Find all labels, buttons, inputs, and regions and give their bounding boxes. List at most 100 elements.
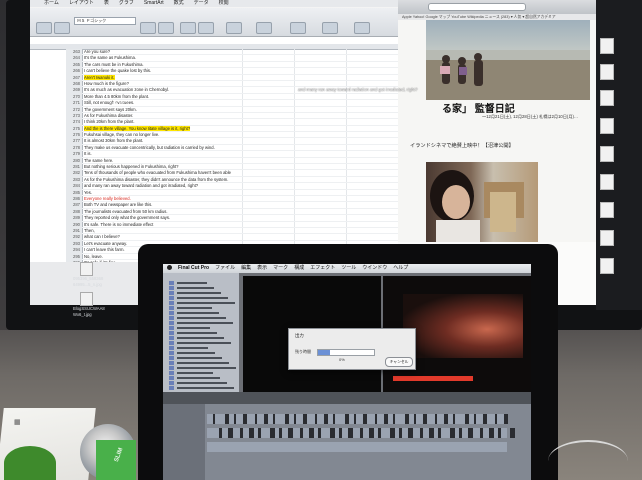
timeline-clip[interactable] [219,428,222,438]
theme-icon[interactable] [354,22,370,34]
timeline-clip[interactable] [360,428,363,438]
fcp-clip-row[interactable] [169,306,233,310]
cell-text[interactable]: Everyone really believed. [84,196,131,201]
timeline-clip[interactable] [495,414,497,424]
timeline-clip[interactable] [213,414,215,424]
fcp-menu-item[interactable]: ファイル [215,265,235,271]
font-select[interactable]: ＭＳ Ｐゴシック [74,17,136,25]
file-icon[interactable] [80,292,93,306]
cell-text[interactable]: They reported only what the government s… [84,215,170,220]
cell-text[interactable]: It's as much as evacuation zone in Chern… [84,87,169,92]
audio-track[interactable] [207,442,507,452]
fcp-clip-row[interactable] [169,336,233,340]
cell-text[interactable]: It is. [84,151,92,156]
timeline-clip[interactable] [453,414,455,424]
fcp-menu-item[interactable]: 構成 [294,265,304,271]
cell-text[interactable]: No, leave. [84,254,103,259]
timeline-clip[interactable] [468,428,473,438]
cell-text[interactable]: Tens of thousands of people who evacuate… [84,170,231,175]
timeline-clip[interactable] [270,428,275,438]
timeline-clip[interactable] [489,428,494,438]
insert-cells-icon[interactable] [322,22,338,34]
cancel-button[interactable]: キャンセル [385,357,413,367]
timeline-clip[interactable] [363,414,367,424]
timeline-clip[interactable] [405,414,409,424]
italic-icon[interactable] [158,22,174,34]
fcp-clip-row[interactable] [169,371,233,375]
cell-text[interactable]: Aren't Iwanuki it. [84,74,115,80]
align-left-icon[interactable] [180,22,196,34]
fcp-menu-item[interactable]: ウインドウ [362,265,387,271]
wrap-text-icon[interactable] [226,22,242,34]
file-icon[interactable] [600,118,614,134]
timeline-clip[interactable] [345,414,349,424]
timeline-clip[interactable] [498,428,501,438]
timeline-clip[interactable] [420,428,423,438]
file-icon[interactable] [600,64,614,80]
timeline-clip[interactable] [369,428,374,438]
fcp-clip-row[interactable] [169,356,233,360]
timeline-clip[interactable] [294,414,296,424]
timeline-clip[interactable] [480,428,483,438]
cell-text[interactable]: The cars must be in Fukushima. [84,62,144,67]
fcp-clip-row[interactable] [169,296,233,300]
cell-text[interactable]: It's the same as Fukushima. [84,55,136,60]
news-link[interactable]: イランドシネマで絶賛上映中！【沼津公開】 [410,142,514,149]
timeline-clip[interactable] [330,428,335,438]
cell-text[interactable]: As for Fukushima disaster. [84,113,133,118]
excel-tab[interactable]: 数式 [174,0,184,7]
timeline-clip[interactable] [240,428,243,438]
fcp-clip-row[interactable] [169,351,233,355]
video-track[interactable] [207,414,507,424]
excel-tab[interactable]: 表 [104,0,109,7]
timeline-clip[interactable] [390,428,395,438]
timeline-clip[interactable] [333,414,335,424]
excel-tab[interactable]: レイアウト [69,0,94,7]
timeline-clip[interactable] [234,414,236,424]
timeline-track-headers[interactable] [163,404,205,480]
address-bar[interactable] [428,3,526,11]
cell-text[interactable]: The journalists evacuated from 50 km rad… [84,209,168,214]
timeline-clip[interactable] [435,414,437,424]
fcp-clip-row[interactable] [169,321,233,325]
cell-text[interactable]: As for the Fukushima disaster, they didn… [84,177,228,182]
fcp-clip-row[interactable] [169,281,233,285]
file-icon[interactable] [600,258,614,274]
timeline-clip[interactable] [300,428,303,438]
excel-tab[interactable]: SmartArt [144,0,164,7]
cell-text[interactable]: Both TV and newspaper are like this. [84,202,152,207]
cell-text[interactable]: How much is the figure? [84,81,129,86]
cell-text[interactable]: Are you sure? [84,49,110,54]
cell-text[interactable]: It's safe. There is no immediate effect [84,222,153,227]
fcp-clip-row[interactable] [169,346,233,350]
timeline-clip[interactable] [228,428,233,438]
excel-tab[interactable]: グラフ [119,0,134,7]
cell-text[interactable]: I can't believe the quake lost by this. [84,68,151,73]
timeline-clip[interactable] [318,428,321,438]
fcp-menu-item[interactable]: ツール [341,265,356,271]
excel-tab[interactable]: データ [194,0,209,7]
fcp-clip-row[interactable] [169,386,234,390]
timeline-clip[interactable] [258,428,261,438]
timeline-clip[interactable] [483,414,487,424]
cell-text[interactable]: I can't leave this farm. [84,247,125,252]
timeline-clip[interactable] [408,428,413,438]
fcp-menu-item[interactable]: ヘルプ [393,265,408,271]
timeline-clip[interactable] [384,414,388,424]
timeline-clip[interactable] [354,414,356,424]
conditional-format-icon[interactable] [290,22,306,34]
cell-text[interactable]: Yes. [84,190,92,195]
fcp-clip-row[interactable] [169,366,236,370]
cell-text[interactable]: It is almost 30km from the plant. [84,138,143,143]
timeline-clip[interactable] [303,414,307,424]
fcp-menu-item[interactable]: Final Cut Pro [178,265,209,271]
excel-window[interactable]: ホーム レイアウト 表 グラフ SmartArt 数式 データ 校閲 ＭＳ Ｐゴシック [30,0,399,262]
file-icon[interactable] [600,202,614,218]
excel-tab[interactable]: 校閲 [219,0,229,7]
fcp-clip-row[interactable] [169,286,233,290]
fcp-clip-row[interactable] [169,341,233,345]
timeline-clip[interactable] [309,428,314,438]
cell-text[interactable]: The same here. [84,158,113,163]
timeline-clip[interactable] [429,428,434,438]
timeline-clip[interactable] [255,414,257,424]
